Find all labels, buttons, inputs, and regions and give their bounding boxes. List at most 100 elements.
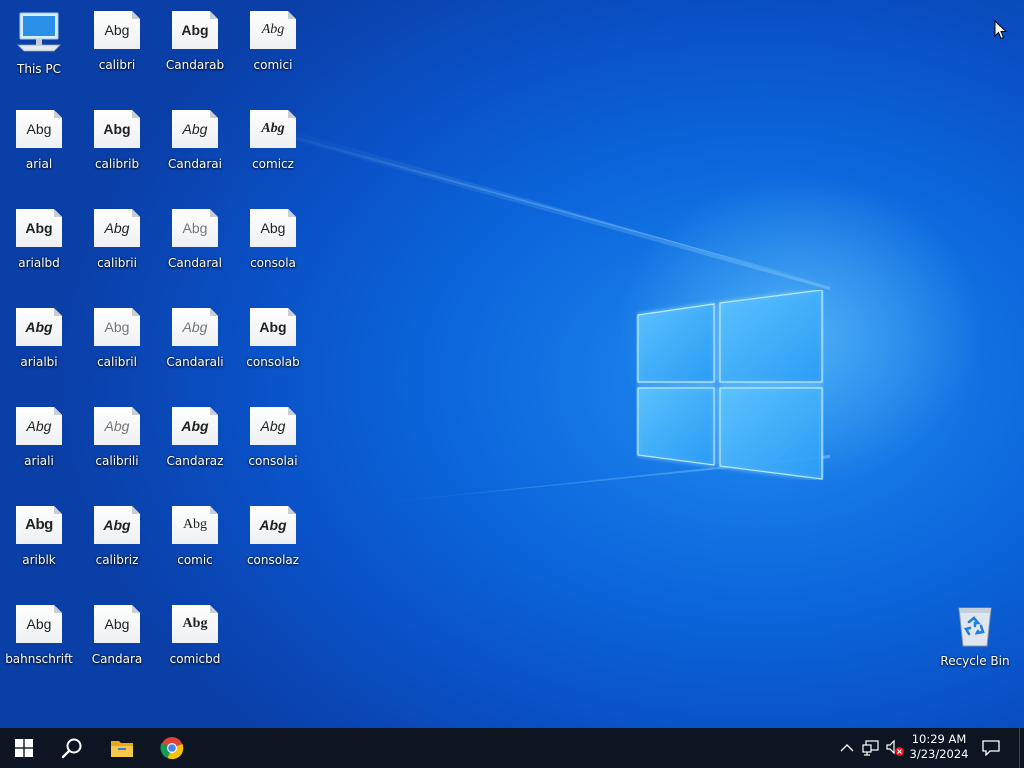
volume-muted-icon <box>886 739 904 756</box>
desktop[interactable]: This PC Abg calibri Abg Candarab Abg comici Abg… <box>0 0 1024 728</box>
light-beam-decoration <box>290 130 830 290</box>
clock-time: 10:29 AM <box>911 732 967 746</box>
font-sample-text: Abg <box>104 418 130 434</box>
desktop-icon-calibrii[interactable]: Abg calibrii <box>78 200 156 292</box>
show-hidden-icons-button[interactable] <box>837 738 857 758</box>
network-button[interactable] <box>861 738 881 758</box>
chevron-up-icon <box>840 744 854 752</box>
desktop-icon-comici[interactable]: Abg comici <box>234 2 312 94</box>
desktop-icon-this-pc[interactable]: This PC <box>0 2 78 94</box>
desktop-icon-candarab[interactable]: Abg Candarab <box>156 2 234 94</box>
desktop-icon-comicbd[interactable]: Abg comicbd <box>156 596 234 688</box>
font-file-icon: Abg <box>172 605 218 643</box>
font-sample-text: Abg <box>259 517 287 533</box>
desktop-icon-ariali[interactable]: Abg ariali <box>0 398 78 490</box>
font-sample-text: Abg <box>25 220 53 236</box>
font-sample-text: Abg <box>104 319 130 335</box>
font-file-icon: Abg <box>16 308 62 346</box>
font-file-icon: Abg <box>16 605 62 643</box>
desktop-icon-label: ariali <box>24 454 54 468</box>
desktop-icon-label: calibrii <box>97 256 137 270</box>
desktop-icon-consolaz[interactable]: Abg consolaz <box>234 497 312 589</box>
desktop-icon-label: calibriz <box>95 553 139 567</box>
font-sample-text: Abg <box>26 616 52 632</box>
search-button[interactable] <box>48 728 96 768</box>
font-file-icon: Abg <box>172 11 218 49</box>
desktop-icon-label: comicz <box>252 157 294 171</box>
action-center-button[interactable] <box>981 738 1001 758</box>
desktop-icon-calibril[interactable]: Abg calibril <box>78 299 156 391</box>
desktop-icon-arial[interactable]: Abg arial <box>0 101 78 193</box>
font-sample-text: Abg <box>25 516 53 533</box>
desktop-icon-consolab[interactable]: Abg consolab <box>234 299 312 391</box>
desktop-icon-arialbd[interactable]: Abg arialbd <box>0 200 78 292</box>
font-sample-text: Abg <box>103 517 131 533</box>
desktop-icon-candarali[interactable]: Abg Candarali <box>156 299 234 391</box>
chrome-button[interactable] <box>148 728 196 768</box>
desktop-icon-label: Candarali <box>166 355 224 369</box>
font-file-icon: Abg <box>172 506 218 544</box>
start-button[interactable] <box>0 728 48 768</box>
desktop-icon-label: Candara <box>91 652 143 666</box>
font-file-icon: Abg <box>94 209 140 247</box>
desktop-icon-consolai[interactable]: Abg consolai <box>234 398 312 490</box>
volume-button[interactable] <box>885 738 905 758</box>
desktop-icon-calibrib[interactable]: Abg calibrib <box>78 101 156 193</box>
desktop-icon-label: Candarai <box>168 157 222 171</box>
clock-date: 3/23/2024 <box>909 747 969 761</box>
desktop-icon-label: comici <box>253 58 293 72</box>
action-center-icon <box>982 740 1000 756</box>
windows-logo-wallpaper <box>637 290 823 480</box>
font-sample-text: Abg <box>182 517 208 532</box>
font-file-icon: Abg <box>94 506 140 544</box>
font-file-icon: Abg <box>250 506 296 544</box>
desktop-icon-calibri[interactable]: Abg calibri <box>78 2 156 94</box>
show-desktop-button[interactable] <box>1019 728 1020 768</box>
desktop-icon-calibrili[interactable]: Abg calibrili <box>78 398 156 490</box>
search-icon <box>61 738 82 759</box>
font-sample-text: Abg <box>104 616 130 632</box>
desktop-icon-label: bahnschrift <box>5 652 73 666</box>
desktop-icon-label: Candaraz <box>166 454 224 468</box>
font-file-icon: Abg <box>250 308 296 346</box>
font-file-icon: Abg <box>94 605 140 643</box>
clock[interactable]: 10:29 AM 3/23/2024 <box>906 728 972 768</box>
desktop-icon-ariblk[interactable]: Abg ariblk <box>0 497 78 589</box>
computer-icon <box>16 11 62 53</box>
font-file-icon: Abg <box>172 308 218 346</box>
desktop-icon-label: arial <box>25 157 53 171</box>
desktop-icon-candaral[interactable]: Abg Candaral <box>156 200 234 292</box>
desktop-icon-calibriz[interactable]: Abg calibriz <box>78 497 156 589</box>
font-file-icon: Abg <box>16 407 62 445</box>
font-sample-text: Abg <box>181 22 209 38</box>
font-file-icon: Abg <box>250 407 296 445</box>
desktop-icon-comicz[interactable]: Abg comicz <box>234 101 312 193</box>
desktop-icon-comic[interactable]: Abg comic <box>156 497 234 589</box>
desktop-icon-label: calibrib <box>94 157 140 171</box>
desktop-icon-candara[interactable]: Abg Candara <box>78 596 156 688</box>
network-icon <box>862 740 879 756</box>
mouse-cursor <box>994 20 1008 40</box>
desktop-icon-candaraz[interactable]: Abg Candaraz <box>156 398 234 490</box>
font-file-icon: Abg <box>16 209 62 247</box>
desktop-icon-arialbi[interactable]: Abg arialbi <box>0 299 78 391</box>
windows-start-icon <box>15 739 33 757</box>
font-sample-text: Abg <box>104 220 130 236</box>
desktop-icon-candarai[interactable]: Abg Candarai <box>156 101 234 193</box>
font-sample-text: Abg <box>182 616 208 631</box>
desktop-icon-label: consolaz <box>246 553 300 567</box>
desktop-icon-label: Candarab <box>165 58 225 72</box>
file-explorer-button[interactable] <box>98 728 146 768</box>
font-file-icon: Abg <box>172 110 218 148</box>
desktop-icon-consola[interactable]: Abg consola <box>234 200 312 292</box>
font-sample-text: Abg <box>182 220 208 236</box>
desktop-icon-bahnschrift[interactable]: Abg bahnschrift <box>0 596 78 688</box>
desktop-icon-label: consolai <box>248 454 298 468</box>
recycle-bin[interactable]: Recycle Bin <box>936 597 1014 689</box>
desktop-icon-label: consolab <box>246 355 300 369</box>
desktop-icon-label: calibri <box>98 58 136 72</box>
font-sample-text: Abg <box>26 418 52 434</box>
recycle-bin-label: Recycle Bin <box>940 654 1010 668</box>
desktop-icon-label: consola <box>250 256 296 270</box>
taskbar: 10:29 AM 3/23/2024 <box>0 728 1024 768</box>
